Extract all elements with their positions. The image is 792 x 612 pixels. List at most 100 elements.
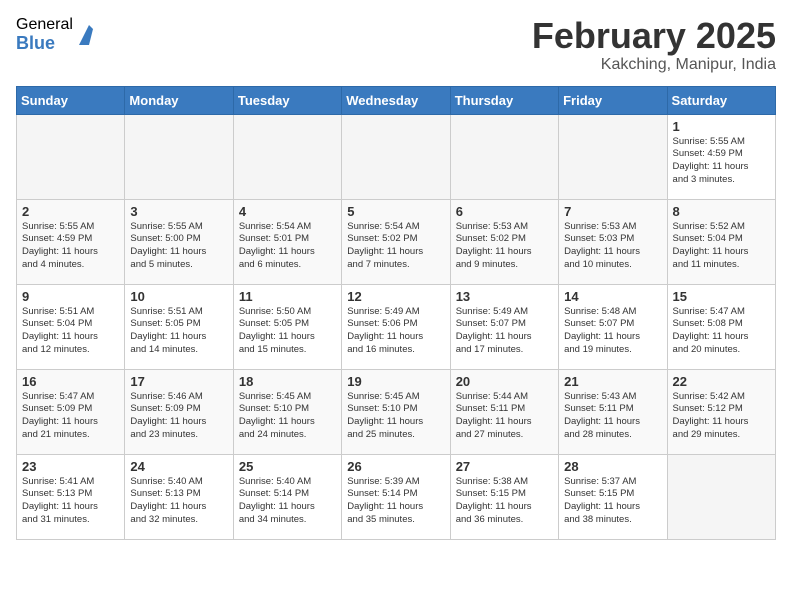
calendar-body: 1 Sunrise: 5:55 AM Sunset: 4:59 PM Daylig… xyxy=(17,114,776,539)
day-info: Sunrise: 5:46 AM Sunset: 5:09 PM Dayligh… xyxy=(130,391,227,442)
day-info: Sunrise: 5:53 AM Sunset: 5:02 PM Dayligh… xyxy=(456,221,553,272)
calendar-cell: 6 Sunrise: 5:53 AM Sunset: 5:02 PM Daylig… xyxy=(450,199,558,284)
day-number: 6 xyxy=(456,204,553,219)
day-number: 17 xyxy=(130,374,227,389)
day-info: Sunrise: 5:37 AM Sunset: 5:15 PM Dayligh… xyxy=(564,476,661,527)
calendar-cell: 19Sunrise: 5:45 AM Sunset: 5:10 PM Dayli… xyxy=(342,369,450,454)
day-number: 12 xyxy=(347,289,444,304)
day-number: 10 xyxy=(130,289,227,304)
day-info: Sunrise: 5:49 AM Sunset: 5:06 PM Dayligh… xyxy=(347,306,444,357)
logo: General Blue xyxy=(16,16,103,53)
day-info: Sunrise: 5:49 AM Sunset: 5:07 PM Dayligh… xyxy=(456,306,553,357)
day-number: 2 xyxy=(22,204,119,219)
day-number: 24 xyxy=(130,459,227,474)
day-number: 22 xyxy=(673,374,770,389)
logo-icon xyxy=(75,21,103,49)
week-row-1: 2 Sunrise: 5:55 AM Sunset: 4:59 PM Daylig… xyxy=(17,199,776,284)
day-info: Sunrise: 5:55 AM Sunset: 4:59 PM Dayligh… xyxy=(673,136,770,187)
day-info: Sunrise: 5:51 AM Sunset: 5:05 PM Dayligh… xyxy=(130,306,227,357)
day-number: 7 xyxy=(564,204,661,219)
day-info: Sunrise: 5:54 AM Sunset: 5:01 PM Dayligh… xyxy=(239,221,336,272)
day-info: Sunrise: 5:38 AM Sunset: 5:15 PM Dayligh… xyxy=(456,476,553,527)
day-number: 5 xyxy=(347,204,444,219)
calendar-cell: 5Sunrise: 5:54 AM Sunset: 5:02 PM Daylig… xyxy=(342,199,450,284)
day-number: 15 xyxy=(673,289,770,304)
calendar-cell xyxy=(667,454,775,539)
calendar-cell: 27Sunrise: 5:38 AM Sunset: 5:15 PM Dayli… xyxy=(450,454,558,539)
day-number: 26 xyxy=(347,459,444,474)
day-number: 8 xyxy=(673,204,770,219)
day-number: 23 xyxy=(22,459,119,474)
day-of-week-friday: Friday xyxy=(559,86,667,114)
calendar-cell: 2 Sunrise: 5:55 AM Sunset: 4:59 PM Daylig… xyxy=(17,199,125,284)
day-info: Sunrise: 5:47 AM Sunset: 5:09 PM Dayligh… xyxy=(22,391,119,442)
calendar-cell: 14 Sunrise: 5:48 AM Sunset: 5:07 PM Dayli… xyxy=(559,284,667,369)
day-number: 19 xyxy=(347,374,444,389)
calendar-cell: 25 Sunrise: 5:40 AM Sunset: 5:14 PM Dayli… xyxy=(233,454,341,539)
day-number: 13 xyxy=(456,289,553,304)
week-row-3: 16 Sunrise: 5:47 AM Sunset: 5:09 PM Dayli… xyxy=(17,369,776,454)
calendar-cell: 10 Sunrise: 5:51 AM Sunset: 5:05 PM Dayli… xyxy=(125,284,233,369)
day-info: Sunrise: 5:51 AM Sunset: 5:04 PM Dayligh… xyxy=(22,306,119,357)
calendar-cell: 23 Sunrise: 5:41 AM Sunset: 5:13 PM Dayli… xyxy=(17,454,125,539)
day-number: 20 xyxy=(456,374,553,389)
day-info: Sunrise: 5:48 AM Sunset: 5:07 PM Dayligh… xyxy=(564,306,661,357)
logo-text: General Blue xyxy=(16,16,73,53)
day-of-week-sunday: Sunday xyxy=(17,86,125,114)
day-info: Sunrise: 5:47 AM Sunset: 5:08 PM Dayligh… xyxy=(673,306,770,357)
day-info: Sunrise: 5:39 AM Sunset: 5:14 PM Dayligh… xyxy=(347,476,444,527)
week-row-2: 9 Sunrise: 5:51 AM Sunset: 5:04 PM Daylig… xyxy=(17,284,776,369)
day-number: 9 xyxy=(22,289,119,304)
day-info: Sunrise: 5:53 AM Sunset: 5:03 PM Dayligh… xyxy=(564,221,661,272)
day-info: Sunrise: 5:42 AM Sunset: 5:12 PM Dayligh… xyxy=(673,391,770,442)
day-info: Sunrise: 5:55 AM Sunset: 4:59 PM Dayligh… xyxy=(22,221,119,272)
calendar-cell xyxy=(125,114,233,199)
calendar-cell: 9 Sunrise: 5:51 AM Sunset: 5:04 PM Daylig… xyxy=(17,284,125,369)
calendar-cell: 4 Sunrise: 5:54 AM Sunset: 5:01 PM Daylig… xyxy=(233,199,341,284)
calendar-cell: 11 Sunrise: 5:50 AM Sunset: 5:05 PM Dayli… xyxy=(233,284,341,369)
calendar-cell: 17 Sunrise: 5:46 AM Sunset: 5:09 PM Dayli… xyxy=(125,369,233,454)
day-of-week-wednesday: Wednesday xyxy=(342,86,450,114)
day-of-week-monday: Monday xyxy=(125,86,233,114)
day-info: Sunrise: 5:50 AM Sunset: 5:05 PM Dayligh… xyxy=(239,306,336,357)
day-number: 18 xyxy=(239,374,336,389)
day-number: 25 xyxy=(239,459,336,474)
week-row-0: 1 Sunrise: 5:55 AM Sunset: 4:59 PM Daylig… xyxy=(17,114,776,199)
day-number: 4 xyxy=(239,204,336,219)
calendar-cell: 21Sunrise: 5:43 AM Sunset: 5:11 PM Dayli… xyxy=(559,369,667,454)
days-of-week-row: SundayMondayTuesdayWednesdayThursdayFrid… xyxy=(17,86,776,114)
calendar-cell: 24 Sunrise: 5:40 AM Sunset: 5:13 PM Dayli… xyxy=(125,454,233,539)
day-info: Sunrise: 5:44 AM Sunset: 5:11 PM Dayligh… xyxy=(456,391,553,442)
day-number: 16 xyxy=(22,374,119,389)
calendar-cell xyxy=(559,114,667,199)
day-number: 11 xyxy=(239,289,336,304)
calendar-cell: 26 Sunrise: 5:39 AM Sunset: 5:14 PM Dayli… xyxy=(342,454,450,539)
day-number: 1 xyxy=(673,119,770,134)
page-header: General Blue February 2025 Kakching, Man… xyxy=(16,16,776,74)
day-info: Sunrise: 5:40 AM Sunset: 5:14 PM Dayligh… xyxy=(239,476,336,527)
calendar-cell: 7 Sunrise: 5:53 AM Sunset: 5:03 PM Daylig… xyxy=(559,199,667,284)
day-number: 14 xyxy=(564,289,661,304)
day-info: Sunrise: 5:55 AM Sunset: 5:00 PM Dayligh… xyxy=(130,221,227,272)
calendar-header: SundayMondayTuesdayWednesdayThursdayFrid… xyxy=(17,86,776,114)
day-info: Sunrise: 5:52 AM Sunset: 5:04 PM Dayligh… xyxy=(673,221,770,272)
calendar-cell: 28 Sunrise: 5:37 AM Sunset: 5:15 PM Dayli… xyxy=(559,454,667,539)
day-number: 21 xyxy=(564,374,661,389)
day-info: Sunrise: 5:41 AM Sunset: 5:13 PM Dayligh… xyxy=(22,476,119,527)
day-number: 28 xyxy=(564,459,661,474)
title-block: February 2025 Kakching, Manipur, India xyxy=(532,16,776,74)
day-info: Sunrise: 5:40 AM Sunset: 5:13 PM Dayligh… xyxy=(130,476,227,527)
calendar-cell: 16 Sunrise: 5:47 AM Sunset: 5:09 PM Dayli… xyxy=(17,369,125,454)
calendar-cell: 8 Sunrise: 5:52 AM Sunset: 5:04 PM Daylig… xyxy=(667,199,775,284)
week-row-4: 23 Sunrise: 5:41 AM Sunset: 5:13 PM Dayli… xyxy=(17,454,776,539)
calendar-cell: 1 Sunrise: 5:55 AM Sunset: 4:59 PM Daylig… xyxy=(667,114,775,199)
location: Kakching, Manipur, India xyxy=(532,56,776,74)
calendar-cell: 20 Sunrise: 5:44 AM Sunset: 5:11 PM Dayli… xyxy=(450,369,558,454)
calendar-cell xyxy=(450,114,558,199)
calendar-cell: 22 Sunrise: 5:42 AM Sunset: 5:12 PM Dayli… xyxy=(667,369,775,454)
month-year: February 2025 xyxy=(532,16,776,56)
calendar-cell: 3Sunrise: 5:55 AM Sunset: 5:00 PM Daylig… xyxy=(125,199,233,284)
calendar-cell: 18Sunrise: 5:45 AM Sunset: 5:10 PM Dayli… xyxy=(233,369,341,454)
day-of-week-tuesday: Tuesday xyxy=(233,86,341,114)
calendar-cell xyxy=(342,114,450,199)
